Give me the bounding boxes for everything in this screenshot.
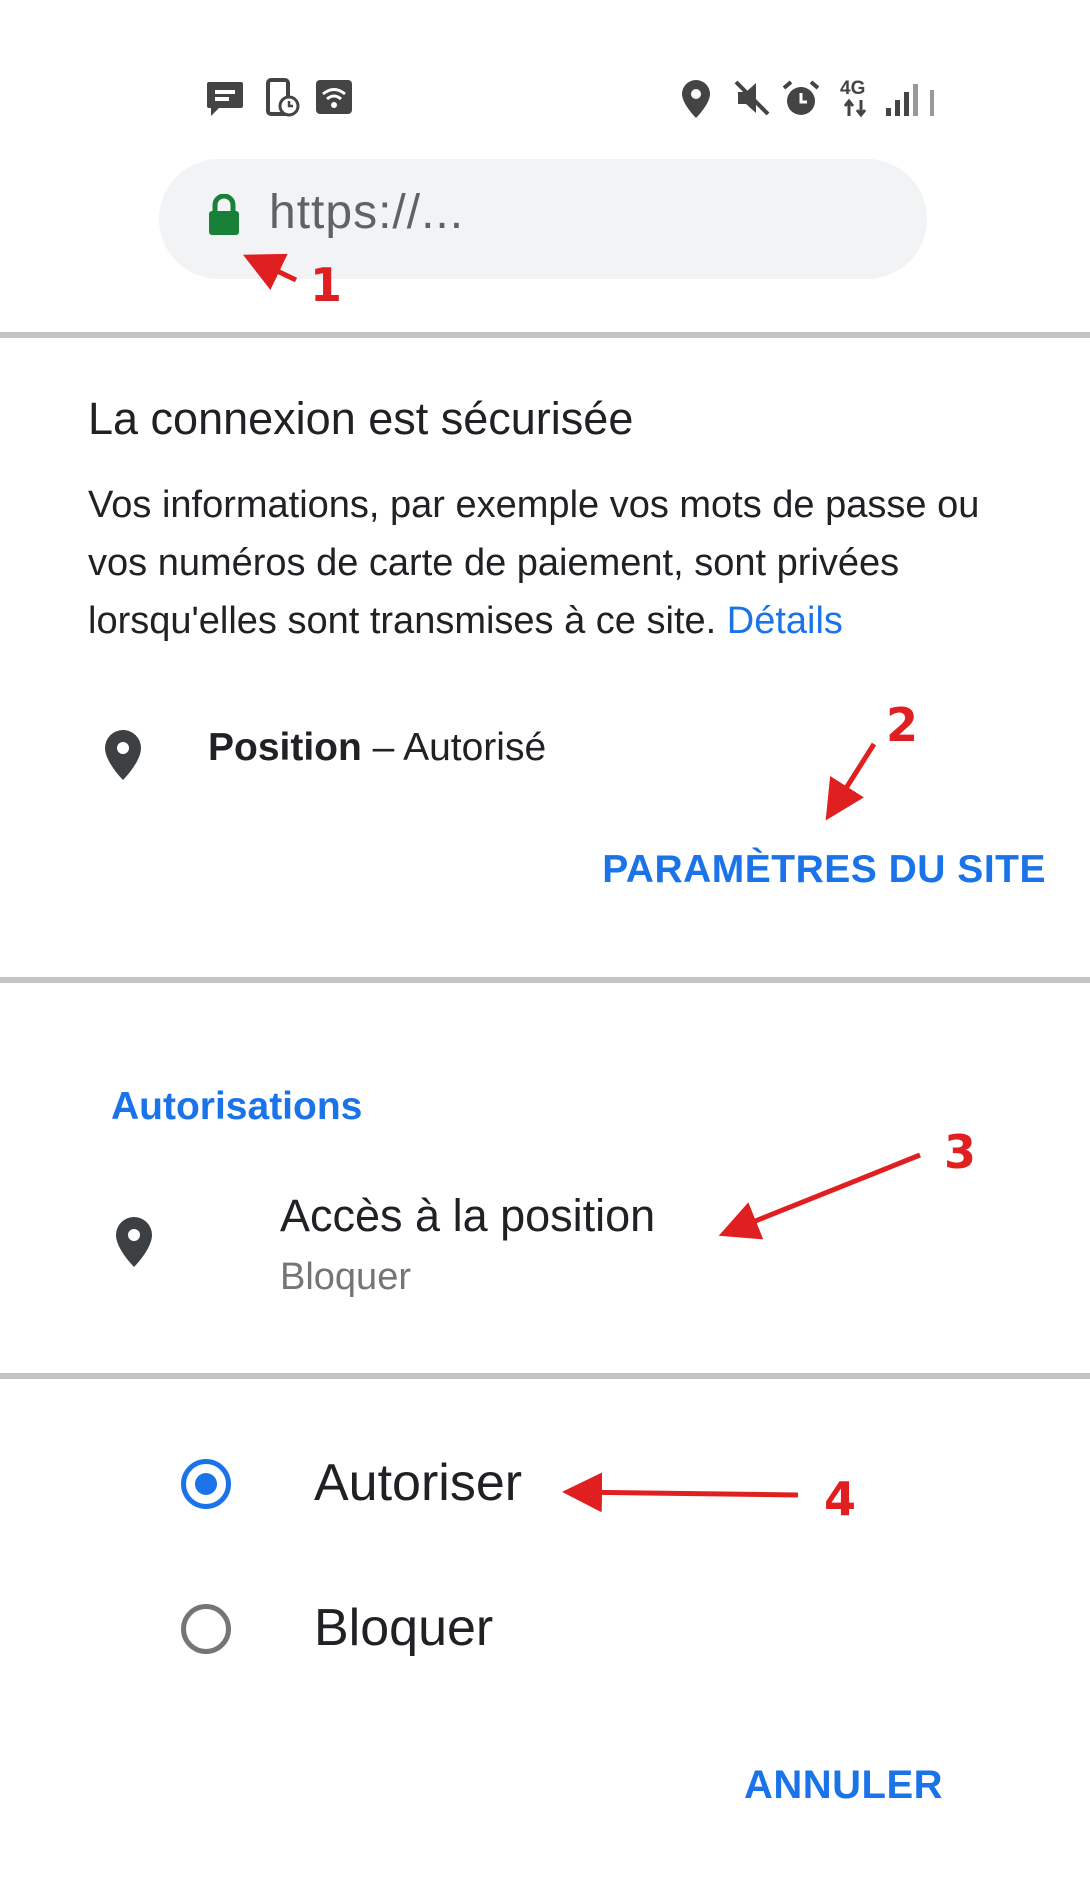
annotation-label-1: 1 — [310, 258, 343, 312]
annotation-label-4: 4 — [824, 1472, 857, 1526]
annotation-arrows — [242, 253, 921, 1513]
annotation-arrow-2 — [825, 742, 877, 821]
annotation-label-3: 3 — [944, 1125, 977, 1179]
annotation-arrow-1 — [242, 253, 298, 290]
annotation-arrow-4 — [562, 1472, 799, 1513]
annotation-label-2: 2 — [886, 698, 919, 752]
annotation-arrow-3 — [718, 1152, 921, 1240]
